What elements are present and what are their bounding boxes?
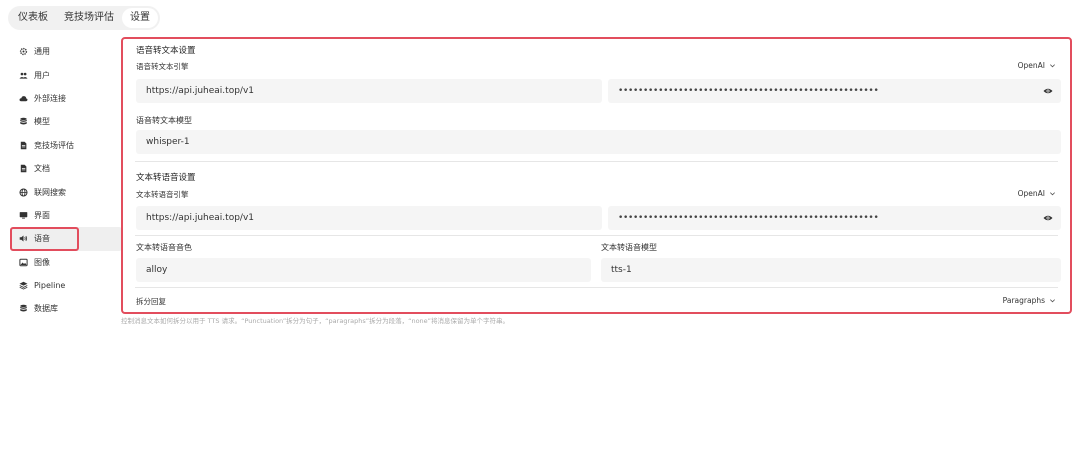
tts-api-key-value: ••••••••••••••••••••••••••••••••••••••••… <box>618 213 879 223</box>
sidebar-item-interface[interactable]: 界面 <box>10 204 122 227</box>
sidebar-item-web-search[interactable]: 联网搜索 <box>10 180 122 203</box>
sidebar-item-label: 语音 <box>34 234 50 244</box>
sidebar-item-label: 用户 <box>34 70 50 80</box>
document-icon <box>18 164 28 174</box>
sidebar-item-label: 图像 <box>34 257 50 267</box>
chevron-down-icon <box>1050 192 1055 196</box>
sidebar-item-label: 竞技场评估 <box>34 140 74 150</box>
database-icon <box>18 304 28 314</box>
split-help-text: 控制消息文本如何拆分以用于 TTS 请求。“Punctuation”拆分为句子，… <box>121 317 510 325</box>
split-value: Paragraphs <box>1002 296 1045 305</box>
section-divider <box>135 161 1058 162</box>
tts-voice-label: 文本转语音音色 <box>136 243 192 252</box>
sidebar-item-general[interactable]: 通用 <box>10 40 122 63</box>
layers-icon <box>18 281 28 291</box>
tts-model-input[interactable]: tts-1 <box>601 258 1061 282</box>
document-icon <box>18 140 28 150</box>
cloud-icon <box>18 93 28 103</box>
tts-section-title: 文本转语音设置 <box>136 173 196 183</box>
sidebar-item-pipeline[interactable]: Pipeline <box>10 274 122 297</box>
stt-model-input[interactable]: whisper-1 <box>136 130 1061 154</box>
tab-dashboard[interactable]: 仪表板 <box>10 8 56 28</box>
eye-icon[interactable] <box>1043 213 1053 223</box>
stt-engine-value: OpenAI <box>1017 61 1045 70</box>
users-icon <box>18 70 28 80</box>
sidebar-item-database[interactable]: 数据库 <box>10 297 122 320</box>
sidebar-item-label: 文档 <box>34 164 50 174</box>
sidebar-item-label: 模型 <box>34 117 50 127</box>
tts-voice-input[interactable]: alloy <box>136 258 591 282</box>
audio-settings-panel: 语音转文本设置 语音转文本引擎 OpenAI https://api.juhea… <box>121 37 1072 314</box>
sidebar-item-label: 联网搜索 <box>34 187 66 197</box>
tab-arena-eval[interactable]: 竞技场评估 <box>56 8 122 28</box>
speaker-icon <box>18 234 28 244</box>
split-select[interactable]: Paragraphs <box>1003 296 1056 305</box>
sidebar-item-connections[interactable]: 外部连接 <box>10 87 122 110</box>
globe-icon <box>18 187 28 197</box>
stt-model-label: 语音转文本模型 <box>136 116 192 125</box>
monitor-icon <box>18 210 28 220</box>
sidebar-item-documents[interactable]: 文档 <box>10 157 122 180</box>
sidebar-item-arena-eval[interactable]: 竞技场评估 <box>10 134 122 157</box>
database-icon <box>18 117 28 127</box>
row-divider <box>135 235 1058 236</box>
tts-api-key-input[interactable]: ••••••••••••••••••••••••••••••••••••••••… <box>608 206 1061 230</box>
sidebar-item-label: 通用 <box>34 47 50 57</box>
settings-sidebar: 通用 用户 外部连接 模型 竞技场评估 文档 联网搜索 界面 语音 图像 Pip… <box>10 40 122 321</box>
sidebar-item-users[interactable]: 用户 <box>10 63 122 86</box>
tts-engine-label: 文本转语音引擎 <box>136 190 189 199</box>
tab-settings[interactable]: 设置 <box>122 8 158 28</box>
eye-icon[interactable] <box>1043 86 1053 96</box>
sidebar-item-images[interactable]: 图像 <box>10 251 122 274</box>
stt-section-title: 语音转文本设置 <box>136 46 196 56</box>
stt-engine-select[interactable]: OpenAI <box>1018 61 1056 70</box>
sidebar-item-label: 界面 <box>34 210 50 220</box>
tts-engine-select[interactable]: OpenAI <box>1018 189 1056 198</box>
gear-icon <box>18 47 28 57</box>
split-label: 拆分回复 <box>136 297 166 306</box>
tts-engine-value: OpenAI <box>1017 189 1045 198</box>
stt-engine-label: 语音转文本引擎 <box>136 62 189 71</box>
tts-api-url-input[interactable]: https://api.juheai.top/v1 <box>136 206 602 230</box>
stt-api-key-input[interactable]: ••••••••••••••••••••••••••••••••••••••••… <box>608 79 1061 103</box>
sidebar-item-label: 数据库 <box>34 304 58 314</box>
chevron-down-icon <box>1050 64 1055 68</box>
stt-api-key-value: ••••••••••••••••••••••••••••••••••••••••… <box>618 86 879 96</box>
image-icon <box>18 257 28 267</box>
row-divider <box>135 287 1058 288</box>
chevron-down-icon <box>1050 299 1055 303</box>
sidebar-item-label: 外部连接 <box>34 93 66 103</box>
sidebar-item-models[interactable]: 模型 <box>10 110 122 133</box>
top-tabs: 仪表板 竞技场评估 设置 <box>8 6 160 30</box>
sidebar-item-label: Pipeline <box>34 281 66 291</box>
tts-model-label: 文本转语音模型 <box>601 243 657 252</box>
stt-api-url-input[interactable]: https://api.juheai.top/v1 <box>136 79 602 103</box>
sidebar-item-audio[interactable]: 语音 <box>10 227 122 251</box>
